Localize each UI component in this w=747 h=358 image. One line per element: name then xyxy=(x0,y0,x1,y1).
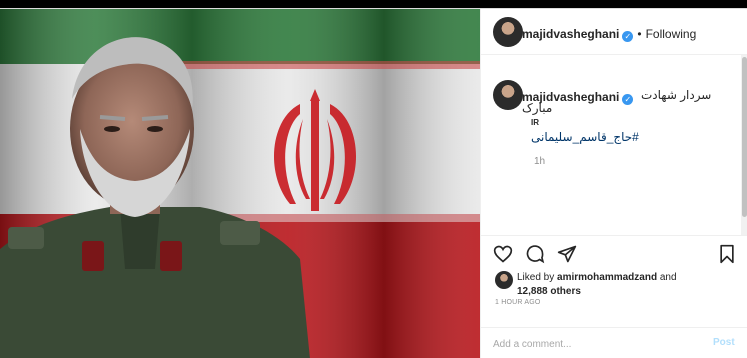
bookmark-icon[interactable] xyxy=(717,244,737,264)
photo-soldier-flag xyxy=(0,9,480,358)
post-timestamp[interactable]: 1 HOUR AGO xyxy=(495,299,541,306)
caption-scrollbar[interactable] xyxy=(741,55,747,235)
separator-dot: • xyxy=(637,27,642,41)
likes-summary: Liked by amirmohammadzand and 12,888 oth… xyxy=(517,271,747,299)
verified-check-icon: ✓ xyxy=(622,31,634,42)
author-avatar[interactable] xyxy=(493,17,523,47)
liker-avatar[interactable] xyxy=(495,271,513,289)
caption-author-avatar[interactable] xyxy=(493,80,523,110)
post-header: majidvasheghani ✓ • Following xyxy=(481,9,747,55)
caption-time: 1h xyxy=(534,156,546,167)
verified-check-icon: ✓ xyxy=(622,94,634,105)
caption-text-line3: IR xyxy=(531,118,539,127)
instagram-post: majidvasheghani ✓ • Following majidvashegha… xyxy=(0,8,747,358)
share-icon[interactable] xyxy=(557,244,577,264)
comment-input[interactable] xyxy=(493,336,693,352)
scrollbar-thumb[interactable] xyxy=(742,57,747,217)
post-image[interactable] xyxy=(0,9,480,358)
post-comment-button[interactable]: Post xyxy=(713,337,735,348)
post-sidebar: majidvasheghani ✓ • Following majidvashegha… xyxy=(480,9,747,358)
following-button[interactable]: Following xyxy=(646,27,697,41)
likes-prefix: Liked by xyxy=(517,272,558,283)
caption-area: majidvasheghani ✓ سردار شهادت مبارک IR #ح… xyxy=(481,55,741,235)
heart-icon[interactable] xyxy=(493,244,513,264)
author-username[interactable]: majidvasheghani xyxy=(522,27,619,41)
comment-icon[interactable] xyxy=(525,244,545,264)
header-row: majidvasheghani ✓ • Following xyxy=(522,25,696,43)
caption-hashtag[interactable]: #حاج_قاسم_سلیمانی xyxy=(531,130,639,144)
caption-text-line2: مبارک xyxy=(522,101,553,115)
add-comment-bar: Post xyxy=(481,327,747,358)
top-black-strip xyxy=(0,0,747,8)
action-bar xyxy=(481,235,747,265)
likes-others[interactable]: 12,888 others xyxy=(517,286,581,297)
caption-text-line1: سردار شهادت xyxy=(641,88,712,102)
likes-and: and xyxy=(657,272,677,283)
liker-username[interactable]: amirmohammadzand xyxy=(557,272,657,283)
